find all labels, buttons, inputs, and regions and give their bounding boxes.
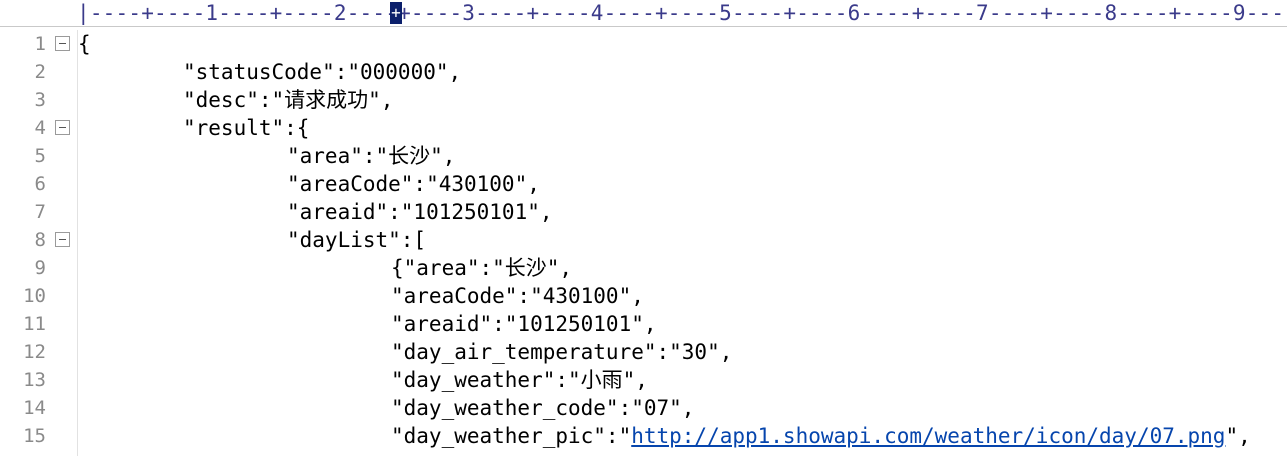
code-text: "areaCode":"430100", [287, 172, 540, 196]
code-line[interactable]: 8 "dayList":[ [0, 226, 1287, 254]
code-line[interactable]: 10 "areaCode":"430100", [0, 282, 1287, 310]
code-editor[interactable]: 1{2 "statusCode":"000000", 3 "desc":"请求成功",… [0, 30, 1287, 456]
code-text: "dayList":[ [287, 228, 427, 252]
code-line[interactable]: 9 {"area":"长沙", [0, 254, 1287, 282]
line-number: 4 [34, 117, 46, 139]
code-text: "day_weather":"小雨", [391, 368, 648, 392]
line-number: 13 [23, 369, 46, 391]
code-text: "result":{ [183, 116, 310, 140]
line-number: 3 [34, 89, 46, 111]
code-line[interactable]: 2 "statusCode":"000000", [0, 58, 1287, 86]
code-line[interactable]: 13 "day_weather":"小雨", [0, 366, 1287, 394]
code-line[interactable]: 14 "day_weather_code":"07", [0, 394, 1287, 422]
code-line[interactable]: 5 "area":"长沙", [0, 142, 1287, 170]
line-number: 15 [23, 425, 46, 447]
code-text: "area":"长沙", [287, 144, 456, 168]
code-line[interactable]: 12 "day_air_temperature":"30", [0, 338, 1287, 366]
line-number: 12 [23, 341, 46, 363]
code-text: "areaid":"101250101", [287, 200, 553, 224]
line-number: 8 [34, 229, 46, 251]
code-line[interactable]: 3 "desc":"请求成功", [0, 86, 1287, 114]
fold-collapse-icon[interactable] [55, 232, 70, 247]
line-number: 6 [34, 173, 46, 195]
code-text: "areaid":"101250101", [391, 312, 657, 336]
code-line[interactable]: 11 "areaid":"101250101", [0, 310, 1287, 338]
code-text: "day_weather_code":"07", [391, 396, 695, 420]
code-line[interactable]: 15 "day_weather_pic":"http://app1.showapi… [0, 422, 1287, 450]
code-text: { [78, 32, 91, 56]
line-number: 10 [23, 285, 46, 307]
url-link[interactable]: http://app1.showapi.com/weather/icon/day… [631, 424, 1225, 448]
code-text: "day_air_temperature":"30", [391, 340, 733, 364]
line-number: 9 [34, 257, 46, 279]
fold-collapse-icon[interactable] [55, 36, 70, 51]
code-text: "day_weather_pic":"http://app1.showapi.c… [391, 424, 1251, 448]
code-text: "statusCode":"000000", [183, 60, 462, 84]
line-number: 14 [23, 397, 46, 419]
line-number: 11 [23, 313, 46, 335]
code-text: "desc":"请求成功", [183, 88, 394, 112]
line-number: 5 [34, 145, 46, 167]
line-number: 1 [34, 33, 46, 55]
ruler-gutter [0, 0, 77, 26]
column-ruler: |----+----1----+----2----+----3----+----… [0, 0, 1287, 27]
code-line[interactable]: 7 "areaid":"101250101", [0, 198, 1287, 226]
fold-collapse-icon[interactable] [55, 120, 70, 135]
code-line[interactable]: 6 "areaCode":"430100", [0, 170, 1287, 198]
code-text: "areaCode":"430100", [391, 284, 644, 308]
line-number: 2 [34, 61, 46, 83]
line-number: 7 [34, 201, 46, 223]
code-text: {"area":"长沙", [391, 256, 573, 280]
ruler-scale: |----+----1----+----2----+----3----+----… [77, 1, 1287, 25]
ruler-caret-marker: + [390, 2, 402, 24]
code-line[interactable]: 4 "result":{ [0, 114, 1287, 142]
code-line[interactable]: 1{ [0, 30, 1287, 58]
